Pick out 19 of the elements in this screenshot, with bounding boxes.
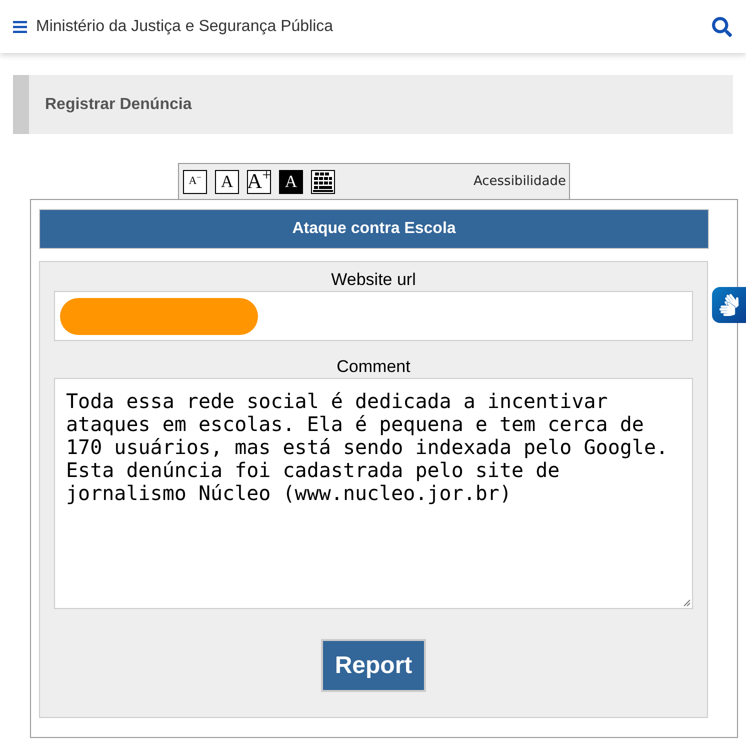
page-title: Registrar Denúncia [45, 94, 192, 114]
hands-icon [718, 294, 740, 316]
high-contrast-button[interactable]: A [279, 170, 303, 194]
decrease-font-button[interactable]: A$^{−}$ [183, 170, 207, 194]
menu-icon[interactable] [13, 20, 27, 32]
site-title[interactable]: Ministério da Justiça e Segurança Pública [36, 14, 334, 38]
increase-font-button[interactable]: A$^{+}$ [247, 170, 271, 194]
resize-handle-icon[interactable] [683, 599, 691, 607]
normal-font-button[interactable]: A [215, 170, 239, 194]
website-url-field[interactable] [54, 291, 693, 341]
search-icon[interactable] [712, 16, 732, 36]
keyboard-icon[interactable] [311, 170, 335, 194]
field-label: Website url [331, 270, 416, 290]
form-title: Ataque contra Escola [292, 219, 456, 239]
comment-field[interactable]: Toda essa rede social é dedicada a incentivar ataques em escolas. Ela é pequena e tem cerca de 170 usuários, mas está sendo indexada pelo Google. Esta denúncia foi cadastrada pelo site de jornalismo Núcleo (www.nucleo.jor.br) [55, 379, 692, 608]
report-button[interactable]: Report [321, 639, 426, 692]
field-label: Comment [336, 357, 410, 377]
accessibility-label[interactable]: Acessibilidade [473, 172, 566, 192]
sign-language-button[interactable] [712, 287, 746, 323]
